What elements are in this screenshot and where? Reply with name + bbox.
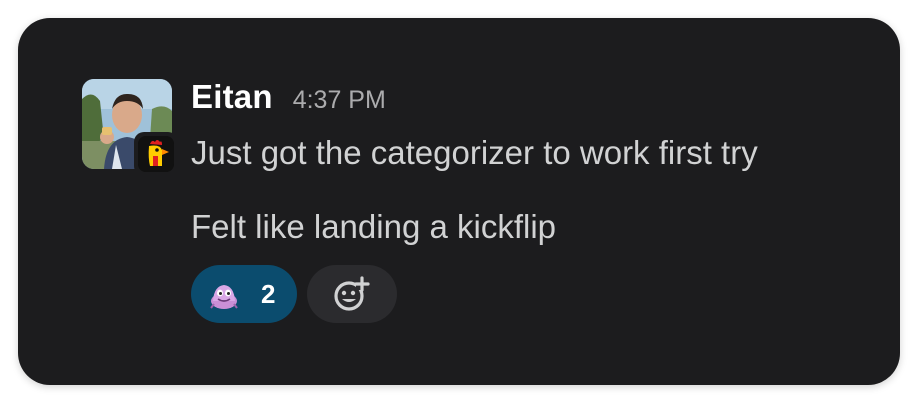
author-name[interactable]: Eitan <box>191 78 273 116</box>
app-badge <box>134 132 178 176</box>
reactions-bar: 2 <box>191 265 397 323</box>
message-line-1: Just got the categorizer to work first t… <box>191 134 758 171</box>
message-line-2: Felt like landing a kickflip <box>191 208 556 245</box>
rooster-app-badge-icon <box>138 136 174 172</box>
add-reaction-button[interactable] <box>307 265 397 323</box>
canvas: Eitan 4:37 PM Just got the categorizer t… <box>0 0 918 405</box>
reaction-pill[interactable]: 2 <box>191 265 297 323</box>
message-timestamp[interactable]: 4:37 PM <box>293 86 386 115</box>
add-emoji-icon <box>334 276 370 311</box>
reaction-count: 2 <box>261 278 276 309</box>
message-card <box>18 18 900 385</box>
purple-creature-emoji-icon <box>210 285 238 309</box>
message-header: Eitan 4:37 PM <box>191 78 386 120</box>
